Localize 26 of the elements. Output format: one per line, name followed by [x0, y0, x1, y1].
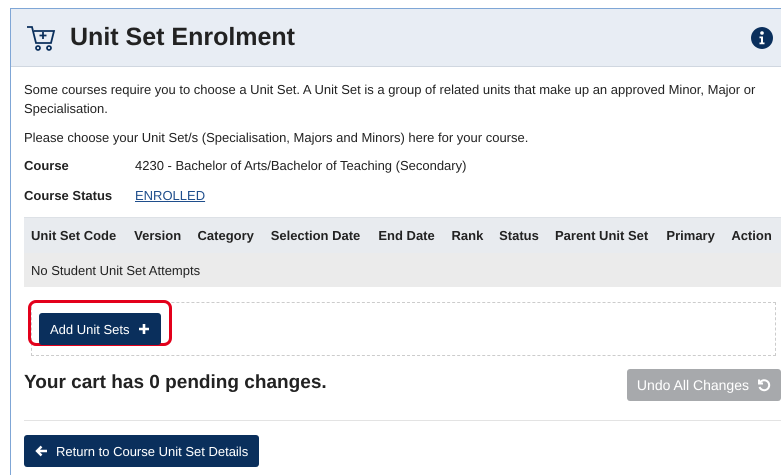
column-header: Rank: [444, 218, 492, 253]
empty-message: No Student Unit Set Attempts: [24, 253, 781, 287]
column-header: Parent Unit Set: [548, 218, 660, 253]
add-unit-sets-button[interactable]: Add Unit Sets: [39, 313, 160, 345]
plus-icon: [138, 323, 150, 335]
column-header: Primary: [659, 218, 724, 253]
detail-label: Course Status: [24, 187, 114, 205]
info-icon[interactable]: [751, 26, 773, 48]
column-header: Action: [724, 218, 781, 253]
return-button[interactable]: Return to Course Unit Set Details: [24, 435, 260, 467]
column-header: Unit Set Code: [24, 218, 128, 253]
page-title: Unit Set Enrolment: [70, 23, 296, 52]
detail-label: Course: [24, 157, 70, 175]
left-arrow-icon: [35, 445, 48, 457]
undo-icon: [757, 378, 771, 392]
column-header: Status: [492, 218, 548, 253]
cart-message: Your cart has 0 pending changes.: [24, 372, 327, 394]
column-header: End Date: [371, 218, 445, 253]
column-header: Selection Date: [264, 218, 372, 253]
column-header: Category: [190, 218, 264, 253]
intro-text: Some courses require you to choose a Unit Set. A Unit Set is a group of related units that make up an approved Minor, Major or Specialisation.: [24, 81, 756, 118]
status-link[interactable]: ENROLLED: [135, 187, 206, 205]
column-header: Version: [127, 218, 191, 253]
shopping-cart-icon: [26, 24, 56, 52]
intro-text: Please choose your Unit Set/s (Specialisation, Majors and Minors) here for your course.: [24, 129, 530, 147]
detail-value: 4230 - Bachelor of Arts/Bachelor of Teaching (Secondary): [135, 157, 466, 175]
